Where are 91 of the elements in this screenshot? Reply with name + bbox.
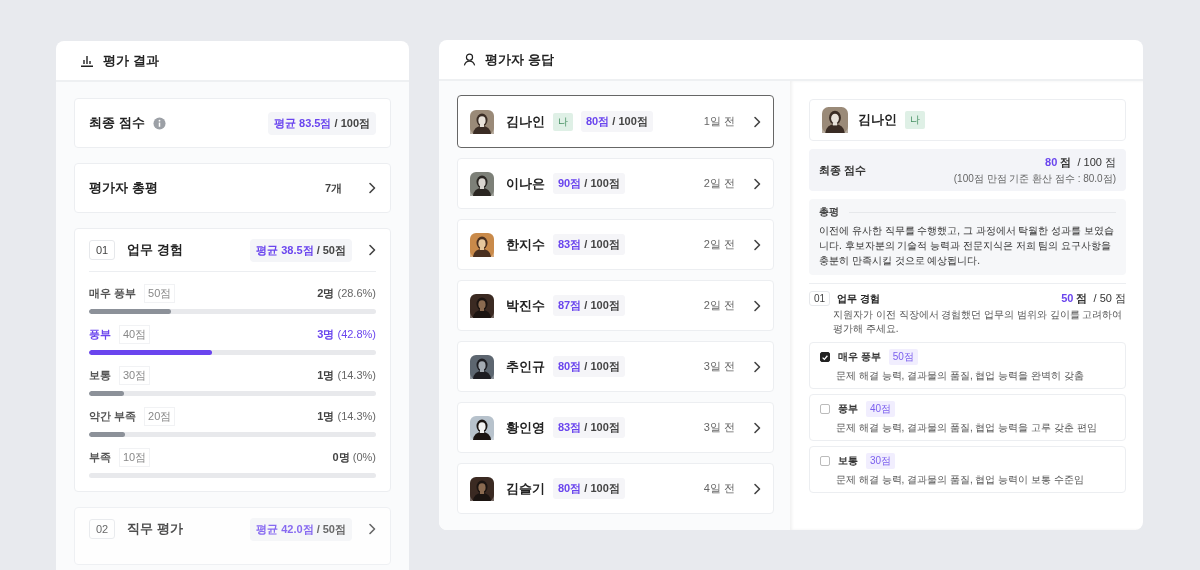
option-label: 약간 부족 [89, 409, 137, 424]
score-badge: 83점 / 100점 [553, 234, 625, 255]
score-badge: 90점 / 100점 [553, 173, 625, 194]
average-score: 평균 38.5점 / 50점 [250, 238, 352, 262]
respondent-name: 박진수 [506, 296, 545, 315]
response-time: 1일 전 [703, 114, 735, 129]
response-item[interactable]: 김슬기 80점 / 100점 4일 전 [457, 463, 774, 514]
respondent-name: 이나은 [506, 174, 545, 193]
info-icon [152, 116, 166, 130]
summary-button[interactable]: 평가자 총평 7개 [74, 163, 391, 213]
response-time: 3일 전 [703, 420, 735, 435]
final-score-label: 최종 점수 [819, 162, 867, 178]
checkbox[interactable] [820, 404, 830, 414]
score-note: (100점 만점 기준 환산 점수 : 80.0점) [953, 171, 1116, 186]
option-description: 문제 해결 능력, 결과물의 품질, 협업 능력이 보통 수준임 [836, 473, 1085, 487]
comment-label: 총평 [819, 205, 839, 219]
score-badge: 87점 / 100점 [553, 295, 625, 316]
response-item[interactable]: 김나인 나 80점 / 100점 1일 전 [457, 95, 774, 148]
response-item[interactable]: 박진수 87점 / 100점 2일 전 [457, 280, 774, 331]
response-item[interactable]: 이나은 90점 / 100점 2일 전 [457, 158, 774, 209]
chevron-right-icon [368, 523, 376, 535]
response-item[interactable]: 황인영 83점 / 100점 3일 전 [457, 402, 774, 453]
me-badge: 나 [553, 112, 573, 131]
option-label: 매우 풍부 [89, 286, 137, 301]
response-count: 2명 (28.6%) [317, 286, 376, 301]
option-points: 30점 [866, 453, 896, 469]
checkbox[interactable] [820, 352, 830, 362]
respondent-name: 김나인 [858, 111, 897, 129]
option-description: 문제 해결 능력, 결과물의 품질, 협업 능력을 완벽히 갖춤 [836, 369, 1085, 383]
response-time: 3일 전 [703, 359, 735, 374]
question-score: 50 점 / 50 점 [1061, 291, 1126, 306]
score-badge: 80점 / 100점 [581, 111, 653, 132]
respondent-name: 추인규 [506, 357, 545, 376]
option-points: 10점 [119, 448, 151, 467]
response-count: 1명 (14.3%) [317, 409, 376, 424]
criteria-title: 업무 경험 [127, 241, 183, 259]
option-points: 30점 [119, 366, 151, 385]
option-points: 40점 [866, 401, 896, 417]
criteria-title: 직무 평가 [127, 520, 183, 538]
response-time: 2일 전 [703, 176, 735, 191]
option-description: 문제 해결 능력, 결과물의 품질, 협업 능력을 고루 갖춘 편임 [836, 421, 1098, 435]
response-count: 1명 (14.3%) [317, 368, 376, 383]
option-label: 부족 [89, 450, 111, 465]
option-label: 풍부 [838, 402, 858, 416]
chevron-right-icon [368, 182, 376, 194]
chevron-right-icon [753, 115, 761, 128]
score-badge: 83점 / 100점 [553, 417, 625, 438]
checkbox[interactable] [820, 456, 830, 466]
me-badge: 나 [905, 111, 925, 129]
response-count: 0명 (0%) [332, 450, 376, 465]
respondent-name: 김슬기 [506, 479, 545, 498]
panel-title: 평가 결과 [103, 51, 159, 70]
option-points: 50점 [144, 284, 176, 303]
respondent-name: 황인영 [506, 418, 545, 437]
option-points: 20점 [144, 407, 176, 426]
final-score-value: 80 점 / 100 점 [1045, 154, 1116, 170]
respondent-name: 김나인 [506, 112, 545, 131]
question-description: 지원자가 이전 직장에서 경험했던 업무의 범위와 깊이를 고려하여 평가해 주세요. [833, 308, 1124, 336]
chevron-right-icon [753, 482, 761, 495]
bar-chart-icon [80, 54, 94, 67]
person-icon [463, 53, 476, 66]
average-score: 평균 42.0점 / 50점 [250, 517, 352, 541]
chevron-right-icon [753, 360, 761, 373]
average-score: 평균 83.5점 / 100점 [268, 111, 376, 135]
option-points: 50점 [888, 349, 918, 365]
option-label: 풍부 [89, 327, 111, 342]
option-label: 매우 풍부 [838, 350, 881, 364]
score-badge: 80점 / 100점 [553, 356, 625, 377]
panel-title: 평가자 응답 [485, 50, 554, 69]
comment-text: 이전에 유사한 직무를 수행했고, 그 과정에서 탁월한 성과를 보였습니다. 후보자분의 기술적 능력과 전문지식은 저희 팀의 요구사항을 충분히 만족시킬 것으로 예상됩니다. [819, 224, 1115, 268]
criteria-number: 01 [89, 240, 116, 260]
final-score-label: 최종 점수 [89, 114, 145, 132]
option-label: 보통 [89, 368, 111, 383]
question-number: 01 [809, 291, 831, 306]
chevron-right-icon [753, 421, 761, 434]
chevron-right-icon [368, 244, 376, 256]
chevron-right-icon [753, 238, 761, 251]
option-points: 40점 [119, 325, 151, 344]
response-time: 4일 전 [703, 481, 735, 496]
chevron-right-icon [753, 177, 761, 190]
response-count: 3명 (42.8%) [317, 327, 376, 342]
question-title: 업무 경험 [837, 291, 880, 306]
respondent-name: 한지수 [506, 235, 545, 254]
response-time: 2일 전 [703, 298, 735, 313]
chevron-right-icon [753, 299, 761, 312]
criteria-number: 02 [89, 519, 116, 539]
option-label: 보통 [838, 454, 858, 468]
response-item[interactable]: 추인규 80점 / 100점 3일 전 [457, 341, 774, 392]
response-item[interactable]: 한지수 83점 / 100점 2일 전 [457, 219, 774, 270]
response-time: 2일 전 [703, 237, 735, 252]
score-badge: 80점 / 100점 [553, 478, 625, 499]
